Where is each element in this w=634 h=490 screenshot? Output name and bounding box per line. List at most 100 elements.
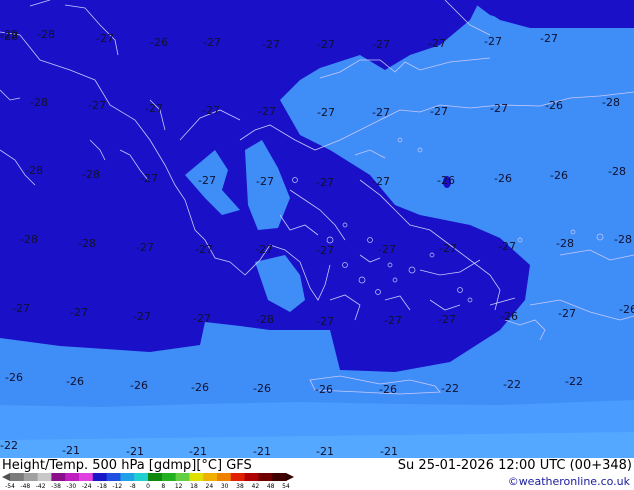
temperature-label: -27 — [378, 243, 396, 256]
colorbar-swatch — [175, 473, 190, 481]
temperature-label: -22 — [503, 378, 521, 391]
temperature-label: -21 — [126, 445, 144, 458]
temperature-label: -28 — [37, 28, 55, 41]
colorbar-swatch — [217, 473, 232, 481]
temperature-label: -27 — [316, 315, 334, 328]
temperature-label: -27 — [258, 105, 276, 118]
colorbar-tick-label: -8 — [130, 483, 136, 490]
temperature-label: -28 — [602, 96, 620, 109]
colorbar-swatch — [148, 473, 163, 481]
colorbar-swatch — [106, 473, 121, 481]
temperature-label: -27 — [70, 306, 88, 319]
temperature-label: -28 — [20, 233, 38, 246]
temperature-label: -27 — [317, 38, 335, 51]
temperature-label: -26 — [437, 174, 455, 187]
colorbar-tick-label: -54 — [5, 483, 15, 490]
temperature-label: -28 — [614, 233, 632, 246]
temperature-label: -27 — [317, 106, 335, 119]
temperature-label: -28 — [78, 237, 96, 250]
temperature-label: -27 — [195, 243, 213, 256]
temperature-label: -26 — [500, 310, 518, 323]
colorbar-swatch — [161, 473, 177, 481]
colorbar-tick-label: 48 — [267, 483, 275, 490]
colorbar-tick-label: 42 — [252, 483, 260, 490]
temperature-label: -26 — [5, 371, 23, 384]
temperature-label: -26 — [150, 36, 168, 49]
temperature-label: -27 — [372, 175, 390, 188]
temperature-label: -22 — [441, 382, 459, 395]
colorbar-tick-label: 38 — [236, 483, 244, 490]
temperature-label: -26 — [550, 169, 568, 182]
colorbar-swatch — [134, 473, 149, 481]
temperature-label: -27 — [145, 102, 163, 115]
temperature-label: -26 — [619, 303, 634, 316]
colorbar-swatch — [37, 473, 52, 481]
temperature-label: -27 — [262, 38, 280, 51]
temperature-label: -28 — [256, 313, 274, 326]
colorbar-right-arrow — [286, 473, 294, 481]
colorbar-swatch — [79, 473, 94, 481]
temperature-label: -27 — [255, 243, 273, 256]
colorbar-left-arrow — [2, 473, 10, 481]
temperature-label: -27 — [372, 38, 390, 51]
temperature-label: -27 — [88, 99, 106, 112]
colorbar-swatch — [230, 473, 246, 481]
colorbar-tick-label: 54 — [282, 483, 290, 490]
temperature-label: -26 — [253, 382, 271, 395]
temperature-label: -26 — [315, 383, 333, 396]
colorbar-tick-label: -42 — [36, 483, 46, 490]
colorbar-tick-label: -24 — [82, 483, 92, 490]
temperature-label: -27 — [96, 32, 114, 45]
color-scale-bar: -54 -48 -42 -38 -30 -24 -18 -12 -8 0 8 12 18 24 30 38 42… — [2, 473, 294, 490]
colorbar-tick-label: -18 — [97, 483, 107, 490]
temperature-label: -26 — [494, 172, 512, 185]
temperature-label: -27 — [133, 310, 151, 323]
temperature-label: -27 — [140, 172, 158, 185]
temperature-label: -26 — [545, 99, 563, 112]
valid-datetime: Su 25-01-2026 12:00 UTC (00+348) — [397, 458, 632, 473]
colorbar-tick-label: 24 — [206, 483, 214, 490]
colorbar-tick-label: 0 — [146, 483, 150, 490]
colorbar-swatch — [23, 473, 39, 481]
temperature-label: -21 — [62, 444, 80, 457]
temperature-label: -27 — [558, 307, 576, 320]
temperature-label: -26 — [66, 375, 84, 388]
map-title: Height/Temp. 500 hPa [gdmp][°C] GFS — [2, 458, 252, 473]
colorbar-tick-label: 30 — [221, 483, 229, 490]
colorbar-swatch — [10, 473, 25, 481]
weather-map: -29 -28 -27 -26 -27 -27 -27 -27 -27 -27 -27-28-28-… — [0, 0, 634, 458]
temperature-label: -27 — [256, 175, 274, 188]
temperature-label: -27 — [484, 35, 502, 48]
temperature-label: -27 — [316, 244, 334, 257]
temperature-label: -27 — [498, 240, 516, 253]
colorbar-swatch — [244, 473, 259, 481]
colorbar-tick-label: 12 — [175, 483, 183, 490]
temperature-label: -28 — [82, 168, 100, 181]
temperature-label: -27 — [198, 174, 216, 187]
temperature-label: -28 — [0, 30, 18, 43]
colorbar-tick-label: -48 — [20, 483, 30, 490]
temperature-label: -21 — [380, 445, 398, 458]
temperature-label: -27 — [384, 314, 402, 327]
temperature-label: -27 — [428, 37, 446, 50]
temperature-label: -28 — [25, 164, 43, 177]
temperature-label: -26 — [191, 381, 209, 394]
colorbar-swatch — [51, 473, 66, 481]
colorbar-swatch — [203, 473, 218, 481]
colorbar-swatch — [65, 473, 80, 481]
temperature-label: -27 — [202, 104, 220, 117]
temperature-label: -27 — [540, 32, 558, 45]
colorbar-swatch — [92, 473, 108, 481]
temperature-label: -22 — [0, 439, 18, 452]
temperature-label: -21 — [316, 445, 334, 458]
temperature-label: -27 — [12, 302, 30, 315]
credit-link[interactable]: ©weatheronline.co.uk — [508, 475, 630, 488]
colorbar-swatch — [272, 473, 287, 481]
temperature-label: -28 — [608, 165, 626, 178]
temperature-label: -26 — [379, 383, 397, 396]
footer-bar: Height/Temp. 500 hPa [gdmp][°C] GFS Su 2… — [0, 458, 634, 490]
temperature-label: -28 — [556, 237, 574, 250]
temperature-label: -27 — [439, 242, 457, 255]
temperature-label: -27 — [438, 313, 456, 326]
temperature-label: -27 — [193, 312, 211, 325]
